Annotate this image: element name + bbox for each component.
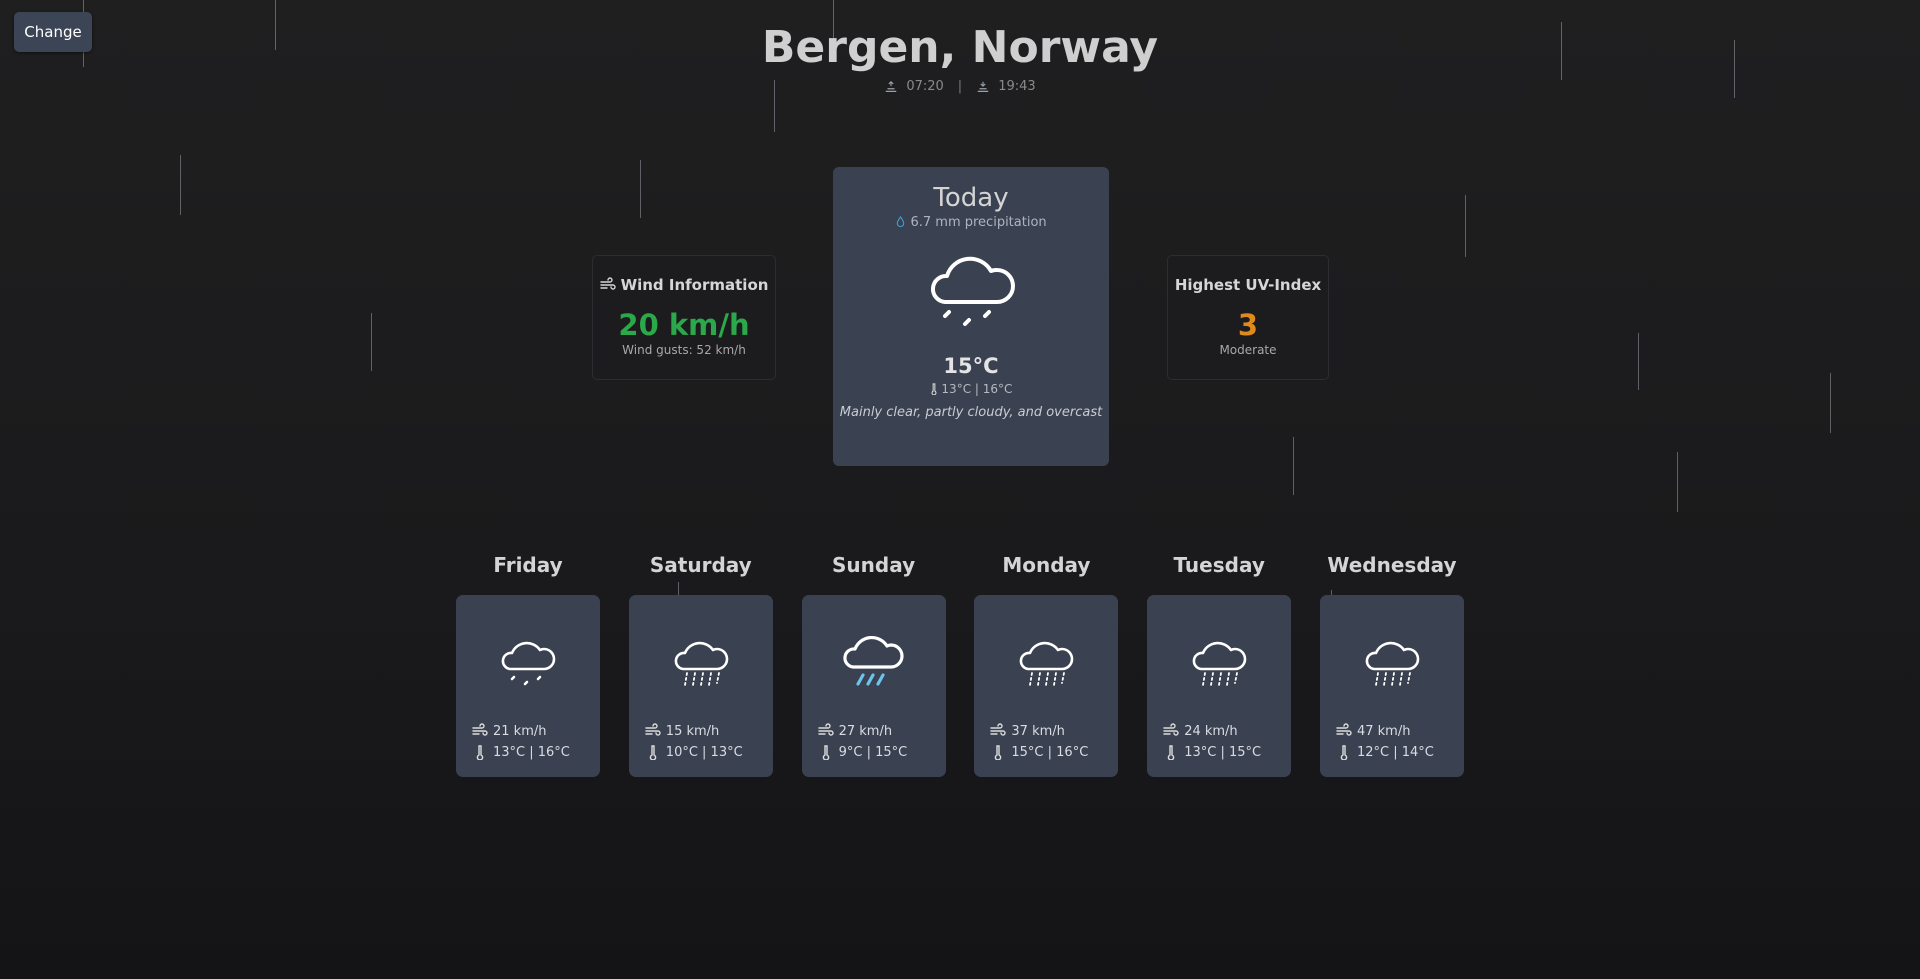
precipitation: 6.7 mm precipitation (833, 215, 1109, 230)
today-title: Today (933, 183, 1009, 213)
forecast-card: 27 km/h 9°C | 15°C (801, 595, 946, 777)
forecast-temp-text: 9°C | 15°C (838, 744, 908, 760)
forecast-temp: 10°C | 13°C (645, 744, 743, 760)
cloud-rain-icon (1365, 641, 1420, 686)
sun-separator: | (957, 79, 963, 94)
forecast-day: Tuesday 24 km/h 13°C | 15°C (1147, 553, 1292, 777)
forecast-temp-text: 13°C | 16°C (493, 744, 570, 760)
precipitation-text: 6.7 mm precipitation (910, 215, 1047, 230)
cloud-drizzle-icon (931, 256, 1015, 326)
day-name: Monday (1002, 553, 1091, 577)
uv-level: Moderate (1219, 343, 1277, 357)
forecast-day: Saturday 15 km/h 10°C | 13°C (628, 553, 773, 777)
uv-title: Highest UV-Index (1174, 276, 1322, 294)
sun-times: 07:20 | 19:43 (0, 79, 1920, 94)
forecast-wind: 27 km/h (817, 723, 893, 739)
sunset-icon (977, 81, 989, 92)
thermometer-icon (995, 745, 1002, 760)
thermometer-icon (476, 745, 484, 760)
cloud-rain-icon (1192, 641, 1247, 686)
forecast-wind: 15 km/h (645, 723, 720, 739)
wind-icon (817, 723, 834, 736)
day-name: Friday (493, 553, 563, 577)
city-title: Bergen, Norway (761, 22, 1159, 73)
wind-icon (1336, 723, 1352, 736)
cloud-drizzle-icon (501, 641, 556, 686)
forecast-card: 15 km/h 10°C | 13°C (628, 595, 773, 777)
wind-icon (990, 723, 1007, 736)
forecast-wind-text: 24 km/h (1184, 723, 1238, 739)
forecast-wind: 37 km/h (990, 723, 1065, 739)
day-name: Wednesday (1327, 553, 1457, 577)
thermometer-icon (1167, 745, 1175, 760)
uv-card: Highest UV-Index 3 Moderate (1167, 255, 1329, 380)
wind-icon (472, 723, 488, 736)
forecast-wind: 24 km/h (1163, 723, 1238, 739)
thermometer-icon (822, 745, 829, 760)
forecast-day: Wednesday 47 km/h 12°C | 14°C (1319, 553, 1464, 777)
day-name: Saturday (649, 553, 752, 577)
wind-icon (645, 723, 661, 736)
uv-value: 3 (1237, 308, 1259, 342)
forecast-wind: 21 km/h (472, 723, 547, 739)
today-card: Today 6.7 mm precipitation 15°C 13°C | 1… (833, 167, 1109, 466)
forecast-day: Monday 37 km/h 15°C | 16°C (974, 553, 1119, 777)
sunrise-icon (886, 80, 897, 92)
forecast-wind-text: 21 km/h (493, 723, 547, 739)
today-description: Mainly clear, partly cloudy, and overcas… (839, 405, 1103, 420)
day-name: Tuesday (1173, 553, 1265, 577)
cloud-heavy-rain-icon (842, 636, 904, 686)
forecast-temp-text: 10°C | 13°C (665, 744, 743, 760)
forecast-temp-text: 13°C | 15°C (1184, 744, 1262, 760)
forecast-temp-text: 15°C | 16°C (1011, 744, 1089, 760)
droplet-icon (897, 215, 905, 228)
forecast-card: 37 km/h 15°C | 16°C (974, 595, 1119, 777)
forecast-temp: 13°C | 15°C (1163, 744, 1261, 760)
today-range: 13°C | 16°C (833, 382, 1109, 396)
thermometer-icon (649, 745, 657, 760)
sunset-time: 19:43 (998, 79, 1036, 94)
today-range-text: 13°C | 16°C (941, 382, 1013, 396)
cloud-rain-icon (1020, 641, 1074, 686)
forecast-card: 47 km/h 12°C | 14°C (1319, 595, 1464, 777)
forecast-wind: 47 km/h (1336, 723, 1411, 739)
forecast-temp-text: 12°C | 14°C (1356, 744, 1434, 760)
forecast-temp: 9°C | 15°C (818, 744, 908, 760)
wind-icon (1163, 723, 1179, 736)
cloud-rain-icon (674, 641, 729, 686)
forecast-wind-text: 37 km/h (1011, 723, 1065, 739)
forecast-row: Friday 21 km/h 13°C | 16°C Saturday 15 k… (456, 553, 1464, 777)
wind-gusts: Wind gusts: 52 km/h (622, 343, 746, 357)
forecast-wind-text: 47 km/h (1356, 723, 1411, 739)
wind-card: Wind Information 20 km/h Wind gusts: 52 … (592, 255, 776, 380)
forecast-temp: 13°C | 16°C (472, 744, 570, 760)
today-temperature: 15°C (943, 354, 999, 378)
thermometer-icon (931, 383, 937, 396)
wind-speed: 20 km/h (618, 308, 750, 342)
forecast-day: Friday 21 km/h 13°C | 16°C (456, 553, 600, 777)
day-name: Sunday (832, 553, 916, 577)
forecast-wind-text: 15 km/h (665, 723, 720, 739)
wind-title: Wind Information (620, 276, 769, 294)
forecast-card: 24 km/h 13°C | 15°C (1147, 595, 1292, 777)
forecast-day: Sunday 27 km/h 9°C | 15°C (801, 553, 946, 777)
forecast-temp: 12°C | 14°C (1336, 744, 1434, 760)
sunrise-time: 07:20 (906, 79, 944, 94)
wind-icon (599, 277, 616, 290)
forecast-card: 21 km/h 13°C | 16°C (456, 595, 600, 777)
forecast-temp: 15°C | 16°C (990, 744, 1088, 760)
thermometer-icon (1340, 745, 1348, 760)
forecast-wind-text: 27 km/h (838, 723, 893, 739)
rain-animation (0, 0, 1920, 979)
